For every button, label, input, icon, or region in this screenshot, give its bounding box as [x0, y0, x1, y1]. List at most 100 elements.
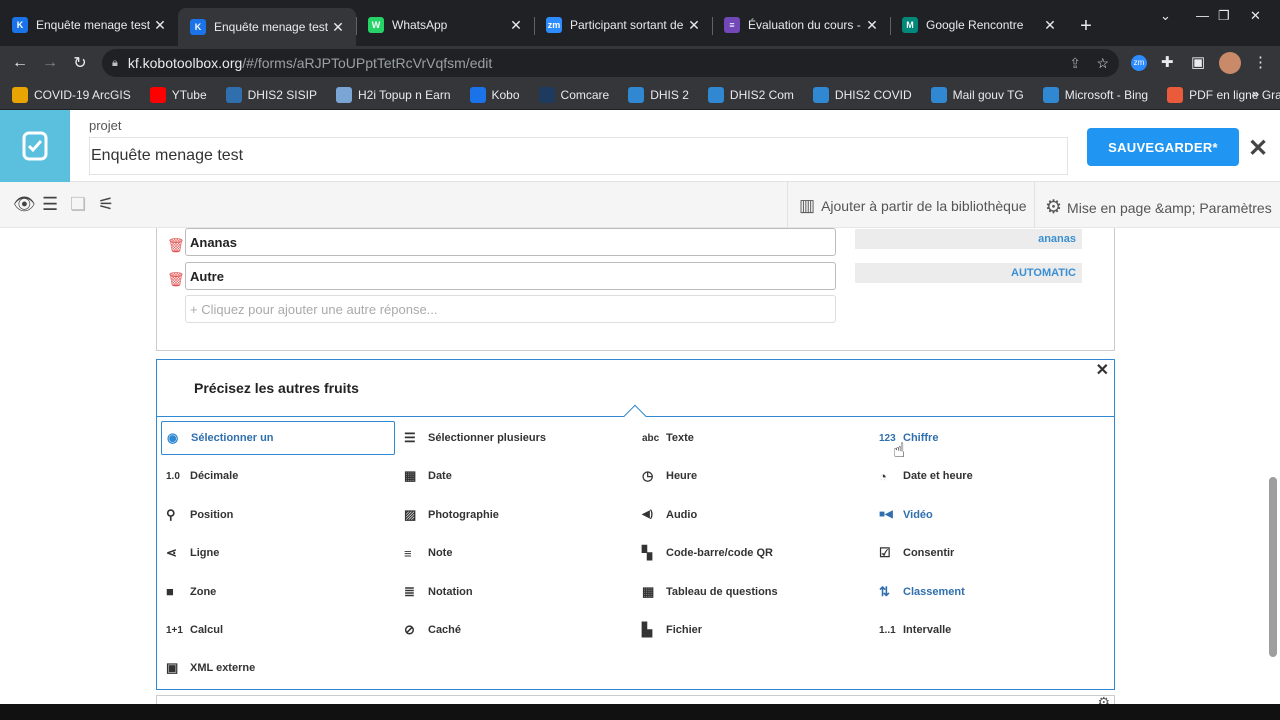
reload-icon[interactable]: ↻	[65, 53, 95, 73]
bookmark-item[interactable]: Comcare	[538, 86, 609, 103]
kobo-logo[interactable]	[0, 110, 70, 182]
browser-tab[interactable]: ≡ Évaluation du cours - G ✕	[712, 8, 890, 42]
bookmark-item[interactable]: Mail gouv TG	[930, 86, 1024, 103]
question-type-table[interactable]: ▦ Tableau de questions	[637, 575, 871, 609]
tab-favicon-icon: zm	[546, 17, 562, 33]
question-type-note[interactable]: ≡ Note	[399, 536, 633, 570]
browser-tab[interactable]: K Enquête menage test | K ✕	[0, 8, 178, 42]
question-type-label: Sélectionner plusieurs	[428, 432, 546, 444]
page-scrollbar[interactable]	[1269, 477, 1277, 657]
question-type-label: Date	[428, 470, 452, 483]
choice-value[interactable]: AUTOMATIC	[855, 263, 1082, 283]
project-name-input[interactable]: Enquête menage test	[89, 137, 1068, 175]
close-form-icon[interactable]: ✕	[1248, 134, 1268, 163]
browser-tab[interactable]: K Enquête menage test | K ✕	[178, 8, 356, 46]
tab-close-icon[interactable]: ✕	[330, 19, 346, 36]
minimize-icon[interactable]: —	[1196, 8, 1209, 23]
forward-icon[interactable]: →	[35, 54, 65, 72]
menu-icon[interactable]: ⋮	[1253, 53, 1268, 71]
browser-tab[interactable]: zm Participant sortant de ré ✕	[534, 8, 712, 42]
question-type-hidden[interactable]: ⊘ Caché	[399, 613, 633, 647]
delete-choice-icon[interactable]: 🗑︎	[167, 237, 185, 254]
browser-tab[interactable]: M Google Rencontre ✕	[890, 8, 1068, 42]
question-type-xml[interactable]: ▣ XML externe	[161, 651, 395, 685]
window-close-icon[interactable]: ✕	[1250, 8, 1261, 24]
bookmark-favicon-icon	[1167, 86, 1184, 103]
bookmark-item[interactable]: DHIS 2	[628, 86, 689, 103]
bookmark-item[interactable]: DHIS2 COVID	[812, 86, 912, 103]
form-toolbar: 👁︎ ☰ ❏ ⚟ ▥ Ajouter à partir de la biblio…	[0, 182, 1280, 228]
bookmark-label: H2i Topup n Earn	[357, 87, 451, 102]
browser-tab[interactable]: W WhatsApp ✕	[356, 8, 534, 42]
question-type-audio[interactable]: ◀) Audio	[637, 498, 871, 532]
question-type-calendar[interactable]: ▦ Date	[399, 459, 633, 493]
extensions-icon[interactable]: ✚	[1161, 53, 1174, 71]
url-path: /#/forms/aRJPToUPptTetRcVrVqfsm/edit	[242, 55, 493, 71]
bookmark-item[interactable]: Microsoft - Bing	[1042, 86, 1148, 103]
question-type-list[interactable]: ☰ Sélectionner plusieurs	[399, 421, 633, 455]
bookmark-item[interactable]: Kobo	[469, 86, 520, 103]
question-type-qr[interactable]: ▚ Code-barre/code QR	[637, 536, 871, 570]
bookmark-item[interactable]: YTube	[149, 86, 207, 103]
group-icon[interactable]: ❏	[70, 194, 86, 215]
tab-close-icon[interactable]: ✕	[686, 17, 702, 34]
question-type-calc[interactable]: 1+1 Calcul	[161, 613, 395, 647]
question-type-label: Consentir	[903, 547, 955, 560]
audio-icon: ◀)	[642, 509, 654, 521]
bookmark-star-icon[interactable]: ☆	[1096, 55, 1109, 72]
question-type-datetime[interactable]: ◔ Date et heure	[874, 459, 1108, 493]
delete-choice-icon[interactable]: 🗑︎	[167, 271, 185, 288]
question-type-video[interactable]: ■◀ Vidéo	[874, 498, 1108, 532]
bookmark-favicon-icon	[812, 86, 829, 103]
close-picker-icon[interactable]: ✕	[1096, 360, 1109, 380]
share-icon[interactable]: ⇪	[1069, 55, 1081, 72]
question-type-square[interactable]: ■ Zone	[161, 575, 395, 609]
tab-close-icon[interactable]: ✕	[1042, 17, 1058, 34]
question-type-checkbox[interactable]: ☑ Consentir	[874, 536, 1108, 570]
question-type-decimal[interactable]: 1.0 Décimale	[161, 459, 395, 493]
settings-gear-icon[interactable]: ⚙	[1097, 694, 1110, 704]
question-type-clock[interactable]: ◷ Heure	[637, 459, 871, 493]
tab-favicon-icon: K	[190, 19, 206, 35]
question-type-photo[interactable]: ▨ Photographie	[399, 498, 633, 532]
zoom-extension-icon[interactable]: zm	[1131, 55, 1147, 71]
bookmark-item[interactable]: PDF en ligne Gratuit	[1167, 86, 1280, 103]
restore-icon[interactable]: ❐	[1218, 8, 1230, 24]
choice-label-input[interactable]: Autre	[185, 262, 836, 290]
question-type-rating[interactable]: ≣ Notation	[399, 575, 633, 609]
settings-button[interactable]: ⚙ Mise en page &amp; Paramètres	[1045, 196, 1272, 219]
avatar[interactable]	[1219, 52, 1241, 74]
question-type-range[interactable]: 1..1 Intervalle	[874, 613, 1108, 647]
tab-close-icon[interactable]: ✕	[508, 17, 524, 34]
layout-icon[interactable]: ⚟	[98, 194, 114, 215]
back-icon[interactable]: ←	[5, 54, 35, 72]
save-button[interactable]: SAUVEGARDER*	[1087, 128, 1239, 166]
question-type-number[interactable]: 123 Chiffre	[874, 421, 1108, 455]
bookmark-favicon-icon	[225, 86, 242, 103]
question-type-text[interactable]: abc Texte	[637, 421, 871, 455]
new-tab-button[interactable]: +	[1068, 15, 1104, 38]
bookmark-item[interactable]: DHIS2 Com	[707, 86, 794, 103]
video-icon: ■◀	[879, 509, 893, 521]
library-button[interactable]: ▥ Ajouter à partir de la bibliothèque	[799, 196, 1027, 216]
question-type-share[interactable]: ⋖ Ligne	[161, 536, 395, 570]
question-type-radio[interactable]: ◉ Sélectionner un	[161, 421, 395, 455]
bookmark-item[interactable]: DHIS2 SISIP	[225, 86, 317, 103]
question-type-file[interactable]: ▙ Fichier	[637, 613, 871, 647]
sidepanel-icon[interactable]: ▣	[1191, 53, 1205, 71]
skip-logic-icon[interactable]: ☰	[42, 194, 58, 215]
preview-eye-icon[interactable]: 👁︎	[13, 194, 36, 215]
question-type-pin[interactable]: ⚲ Position	[161, 498, 395, 532]
tab-close-icon[interactable]: ✕	[864, 17, 880, 34]
add-response-input[interactable]: + Cliquez pour ajouter une autre réponse…	[185, 295, 836, 323]
choice-value[interactable]: ananas	[855, 229, 1082, 249]
tab-search-icon[interactable]: ⌄	[1160, 8, 1171, 24]
tab-close-icon[interactable]: ✕	[152, 17, 168, 34]
url-bar[interactable]: 🔒︎ kf.kobotoolbox.org/#/forms/aRJPToUPpt…	[102, 49, 1119, 77]
question-type-sort[interactable]: ⇅ Classement	[874, 575, 1108, 609]
bookmark-item[interactable]: H2i Topup n Earn	[335, 86, 451, 103]
choice-label-input[interactable]: Ananas	[185, 228, 836, 256]
bookmarks-overflow-icon[interactable]: »	[1252, 86, 1259, 101]
question-type-label: Fichier	[666, 624, 703, 636]
bookmark-item[interactable]: COVID-19 ArcGIS	[12, 86, 131, 103]
